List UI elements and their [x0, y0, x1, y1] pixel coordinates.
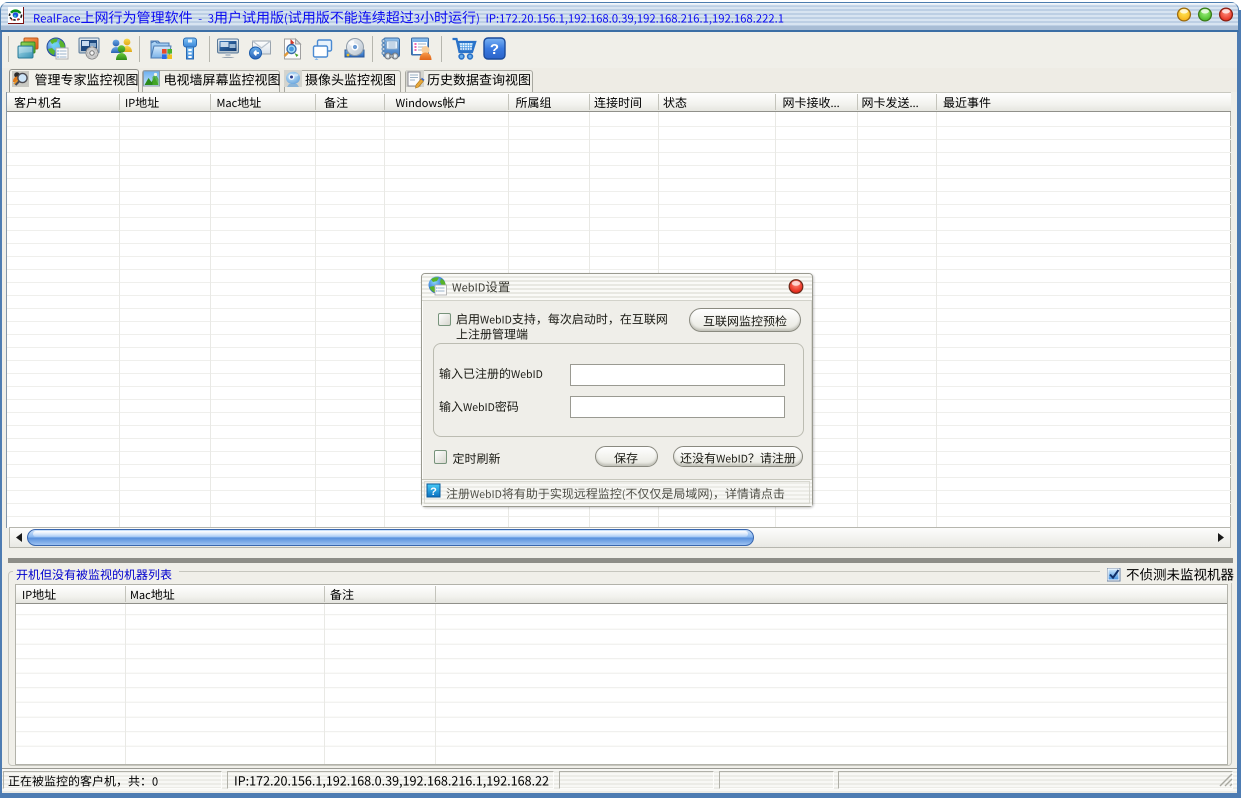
svg-text:?: ? [430, 486, 437, 498]
